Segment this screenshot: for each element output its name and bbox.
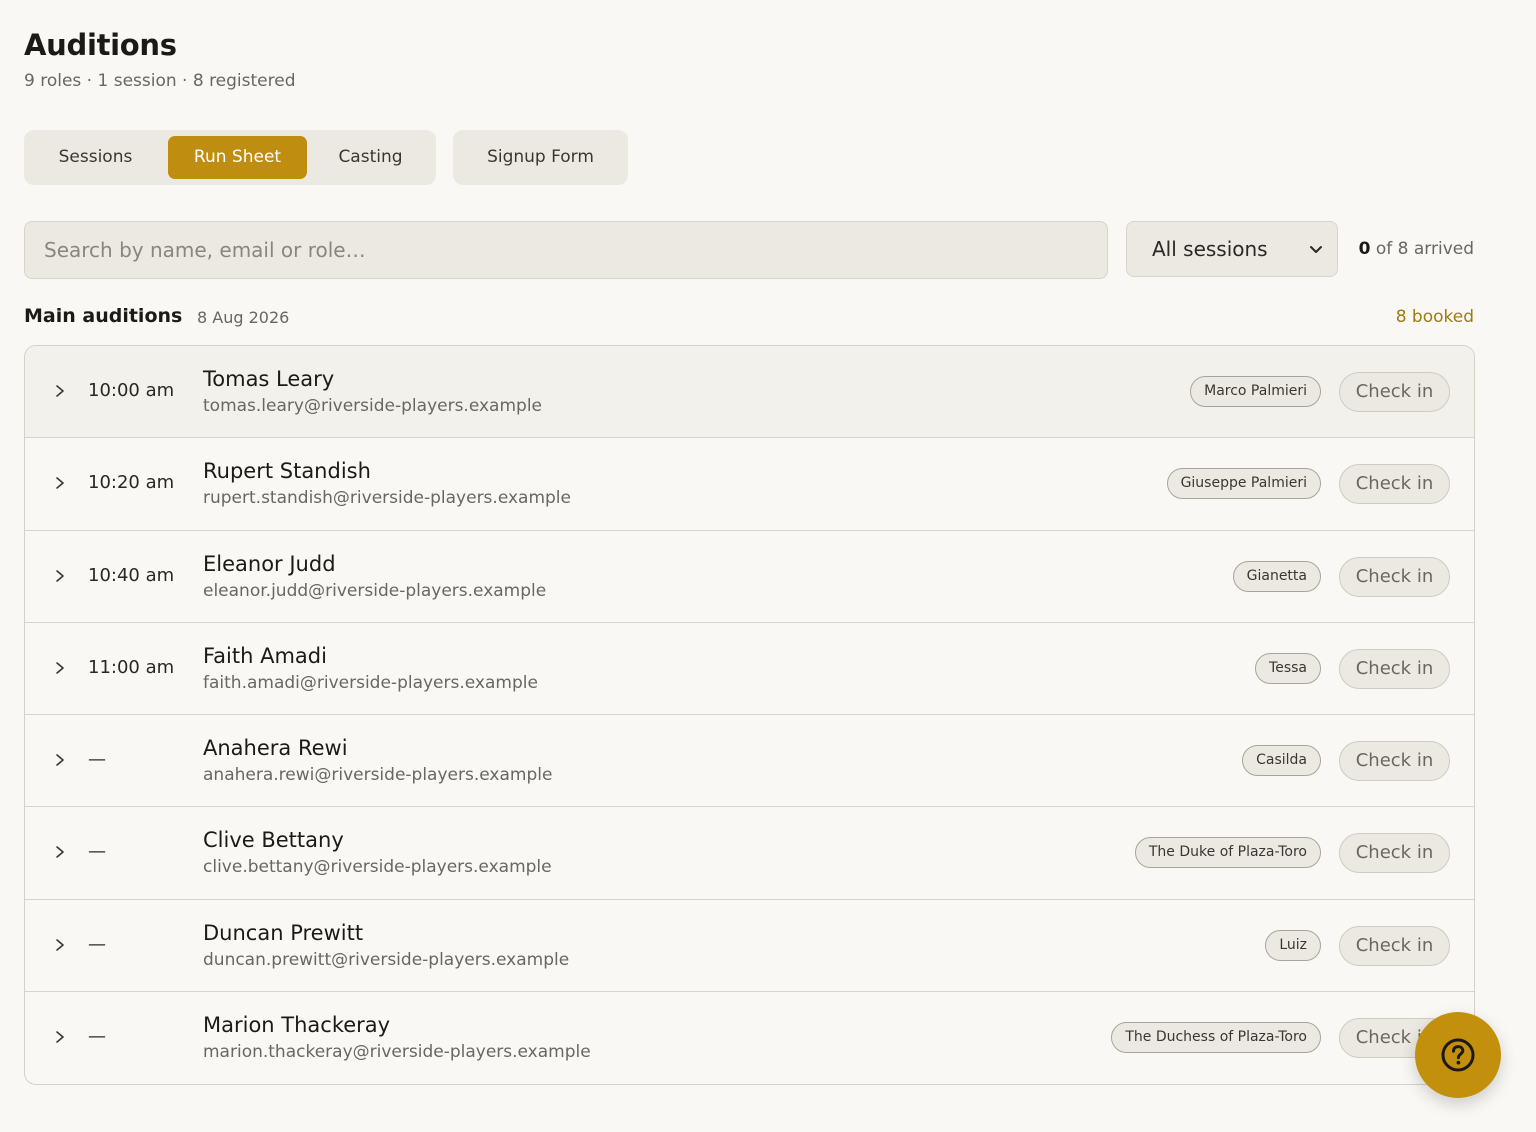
auditionee-email: faith.amadi@riverside-players.example xyxy=(203,672,538,693)
role-badge: Marco Palmieri xyxy=(1190,376,1321,407)
chevron-right-icon[interactable] xyxy=(53,383,67,399)
auditionee-name: Clive Bettany xyxy=(203,828,344,853)
auditionee-name: Anahera Rewi xyxy=(203,736,348,761)
table-row[interactable]: — Duncan Prewitt duncan.prewitt@riversid… xyxy=(25,900,1474,993)
session-date: 8 Aug 2026 xyxy=(197,308,290,327)
check-in-button[interactable]: Check in xyxy=(1339,925,1450,966)
auditionee-email: clive.bettany@riverside-players.example xyxy=(203,857,552,878)
slot-time: — xyxy=(88,1026,106,1048)
table-row[interactable]: 11:00 am Faith Amadi faith.amadi@riversi… xyxy=(25,623,1474,716)
arrival-status: 0 of 8 arrived xyxy=(1359,239,1474,259)
auditionee-email: anahera.rewi@riverside-players.example xyxy=(203,765,553,786)
auditionee-email: tomas.leary@riverside-players.example xyxy=(203,396,543,416)
chevron-right-icon[interactable] xyxy=(53,844,67,860)
auditionee-name: Eleanor Judd xyxy=(203,551,336,576)
session-title: Main auditions xyxy=(24,305,183,327)
booked-count: 8 booked xyxy=(1395,307,1474,327)
chevron-right-icon[interactable] xyxy=(53,752,67,768)
auditions-page: Auditions 9 roles · 1 session · 8 regist… xyxy=(0,0,1536,1132)
signup-form-button[interactable]: Signup Form xyxy=(453,130,628,185)
slot-time: 11:00 am xyxy=(88,656,175,678)
tab-casting[interactable]: Casting xyxy=(311,136,430,179)
tab-sessions[interactable]: Sessions xyxy=(30,136,161,179)
auditionee-email: eleanor.judd@riverside-players.example xyxy=(203,580,547,601)
role-badge: Luiz xyxy=(1265,929,1321,961)
check-in-button[interactable]: Check in xyxy=(1339,556,1450,597)
view-tabs: Sessions Run Sheet Casting xyxy=(24,130,436,185)
slot-time: — xyxy=(88,933,106,955)
slot-time: 10:20 am xyxy=(88,472,175,494)
arrived-suffix: of 8 arrived xyxy=(1375,239,1474,259)
chevron-right-icon[interactable] xyxy=(53,475,67,491)
tab-run-sheet[interactable]: Run Sheet xyxy=(168,136,307,179)
slot-time: 10:00 am xyxy=(88,380,175,401)
role-badge: Casilda xyxy=(1242,745,1321,777)
auditionee-name: Tomas Leary xyxy=(203,367,335,391)
run-sheet-list: 10:00 am Tomas Leary tomas.leary@riversi… xyxy=(24,345,1475,1085)
auditionee-email: duncan.prewitt@riverside-players.example xyxy=(203,949,570,970)
auditionee-email: rupert.standish@riverside-players.exampl… xyxy=(203,488,571,509)
session-filter-select[interactable]: All sessions xyxy=(1126,221,1338,277)
table-row[interactable]: — Marion Thackeray marion.thackeray@rive… xyxy=(25,992,1474,1084)
table-row[interactable]: 10:40 am Eleanor Judd eleanor.judd@river… xyxy=(25,531,1474,623)
chevron-right-icon[interactable] xyxy=(53,568,67,584)
role-badge: The Duke of Plaza-Toro xyxy=(1134,837,1321,869)
check-in-button[interactable]: Check in xyxy=(1339,741,1450,782)
slot-time: — xyxy=(88,841,106,863)
session-filter-value: All sessions xyxy=(1152,237,1268,261)
role-badge: Giuseppe Palmieri xyxy=(1166,468,1321,500)
chevron-right-icon[interactable] xyxy=(53,1029,67,1045)
auditionee-email: marion.thackeray@riverside-players.examp… xyxy=(203,1042,591,1063)
role-badge: Gianetta xyxy=(1232,560,1321,592)
chevron-right-icon[interactable] xyxy=(53,660,67,676)
auditionee-name: Faith Amadi xyxy=(203,643,327,668)
role-badge: Tessa xyxy=(1255,652,1321,684)
table-row[interactable]: — Clive Bettany clive.bettany@riverside-… xyxy=(25,807,1474,900)
auditionee-name: Rupert Standish xyxy=(203,459,371,484)
table-row[interactable]: — Anahera Rewi anahera.rewi@riverside-pl… xyxy=(25,715,1474,808)
check-in-button[interactable]: Check in xyxy=(1339,833,1450,874)
slot-time: 10:40 am xyxy=(88,564,175,586)
chevron-right-icon[interactable] xyxy=(53,937,67,953)
search-input[interactable] xyxy=(24,221,1108,279)
role-badge: The Duchess of Plaza-Toro xyxy=(1111,1022,1321,1054)
check-in-button[interactable]: Check in xyxy=(1339,648,1450,689)
question-circle-icon xyxy=(1441,1038,1475,1072)
check-in-button[interactable]: Check in xyxy=(1339,464,1450,505)
auditionee-name: Duncan Prewitt xyxy=(203,920,364,945)
auditionee-name: Marion Thackeray xyxy=(203,1013,391,1038)
page-subtitle: 9 roles · 1 session · 8 registered xyxy=(24,71,296,91)
check-in-button[interactable]: Check in xyxy=(1339,372,1450,412)
arrived-count: 0 xyxy=(1358,239,1371,259)
help-button[interactable] xyxy=(1415,1012,1501,1098)
slot-time: — xyxy=(88,749,106,771)
page-title: Auditions xyxy=(24,28,177,62)
chevron-down-icon xyxy=(1310,246,1322,253)
table-row[interactable]: 10:20 am Rupert Standish rupert.standish… xyxy=(25,438,1474,531)
table-row[interactable]: 10:00 am Tomas Leary tomas.leary@riversi… xyxy=(25,346,1474,439)
